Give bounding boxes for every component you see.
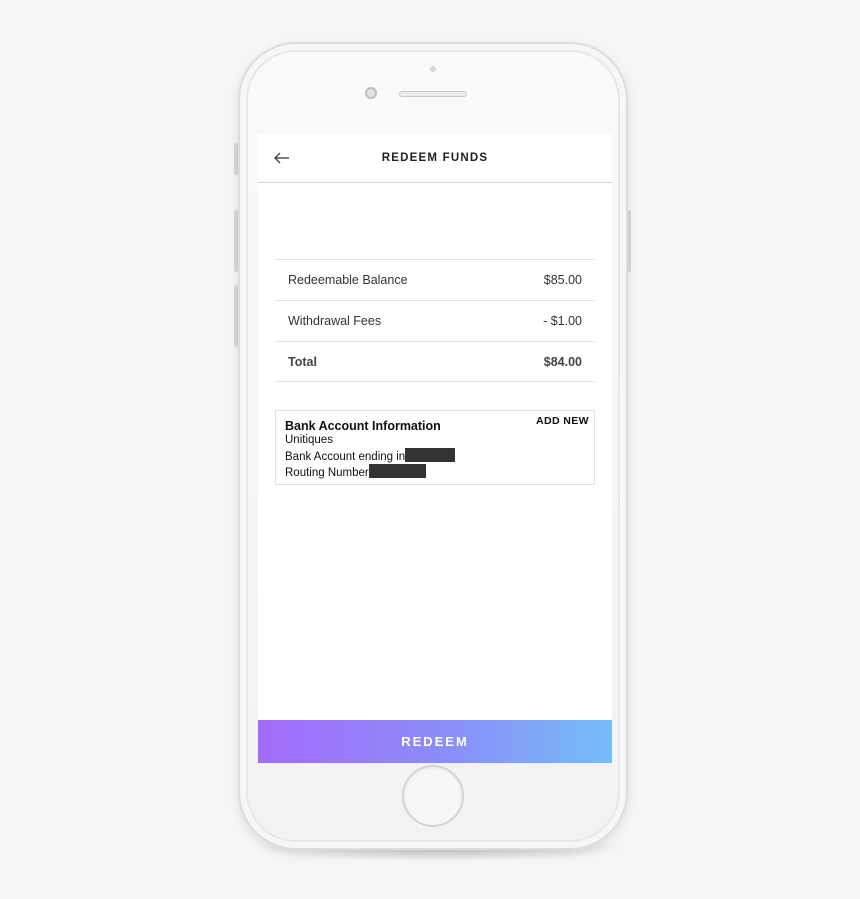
balance-summary: Redeemable Balance $85.00 Withdrawal Fee… xyxy=(275,259,595,382)
summary-value: - $1.00 xyxy=(543,314,582,328)
summary-label: Withdrawal Fees xyxy=(288,314,382,328)
arrow-left-icon[interactable] xyxy=(272,148,292,168)
bank-account-card: ADD NEW Bank Account Information Unitiqu… xyxy=(275,410,595,485)
bank-account-label: Bank Account ending in xyxy=(285,450,406,463)
redacted-routing-number xyxy=(368,464,426,478)
summary-label: Redeemable Balance xyxy=(288,273,408,287)
summary-value: $84.00 xyxy=(543,354,582,369)
summary-label: Total xyxy=(288,354,317,369)
page-title: REDEEM FUNDS xyxy=(381,152,489,164)
bank-account-line: Bank Account ending in xyxy=(285,447,585,465)
routing-number-label: Routing Number xyxy=(285,467,369,479)
front-camera xyxy=(365,87,377,99)
summary-row-balance: Redeemable Balance $85.00 xyxy=(275,259,595,300)
add-new-button[interactable]: ADD NEW xyxy=(536,415,589,427)
routing-number-line: Routing Number xyxy=(285,464,585,481)
navigation-bar: REDEEM FUNDS xyxy=(258,134,612,183)
redeem-button[interactable]: REDEEM xyxy=(258,720,612,763)
earpiece-speaker xyxy=(399,91,467,97)
summary-value: $85.00 xyxy=(543,273,582,287)
summary-row-fees: Withdrawal Fees - $1.00 xyxy=(275,300,595,341)
redacted-account-number xyxy=(405,447,456,462)
home-button xyxy=(402,765,464,827)
app-screen: REDEEM FUNDS Redeemable Balance $85.00 W… xyxy=(258,134,612,763)
bank-name: Unitiques xyxy=(285,434,333,446)
proximity-sensor xyxy=(430,66,436,72)
summary-row-total: Total $84.00 xyxy=(275,341,595,382)
